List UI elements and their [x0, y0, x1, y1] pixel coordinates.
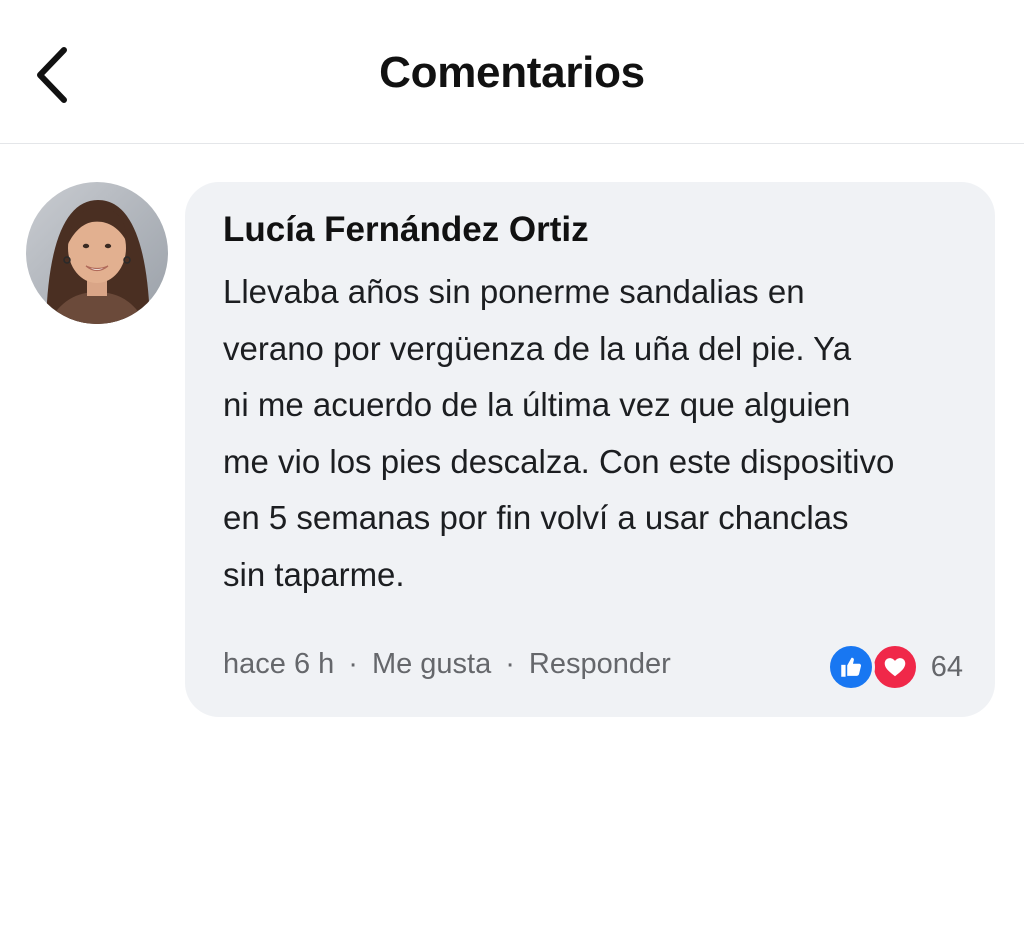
comment-text-line: ni me acuerdo de la última vez que algui… — [223, 386, 851, 424]
comment-text: Llevaba años sin ponerme sandalias en ve… — [223, 264, 983, 604]
avatar[interactable] — [26, 182, 168, 324]
comment-text-line: verano por vergüenza de la uña del pie. … — [223, 329, 852, 367]
comment-bubble: Lucía Fernández Ortiz Llevaba años sin p… — [185, 182, 995, 717]
separator-dot: · — [505, 648, 515, 680]
user-avatar-icon — [26, 182, 168, 324]
comment-text-line: Llevaba años sin ponerme sandalias en — [223, 273, 805, 310]
reactions-summary[interactable]: 64 — [826, 642, 963, 692]
comment-text-line: me vio los pies descalza. Con este dispo… — [223, 442, 895, 480]
like-button[interactable]: Me gusta — [372, 648, 491, 681]
comment-actions: hace 6 h · Me gusta · Responder — [223, 648, 671, 681]
reply-button[interactable]: Responder — [529, 648, 671, 681]
comment-timestamp[interactable]: hace 6 h — [223, 648, 334, 681]
thumbs-up-icon — [826, 643, 875, 691]
separator-dot: · — [348, 648, 358, 680]
comment-text-line: en 5 semanas por fin volví a usar chancl… — [223, 499, 849, 537]
comment: Lucía Fernández Ortiz Llevaba años sin p… — [0, 0, 1024, 942]
comment-text-line: sin taparme. — [223, 555, 405, 593]
comment-author[interactable]: Lucía Fernández Ortiz — [223, 210, 589, 250]
heart-icon — [870, 643, 919, 691]
reaction-count: 64 — [930, 650, 963, 683]
